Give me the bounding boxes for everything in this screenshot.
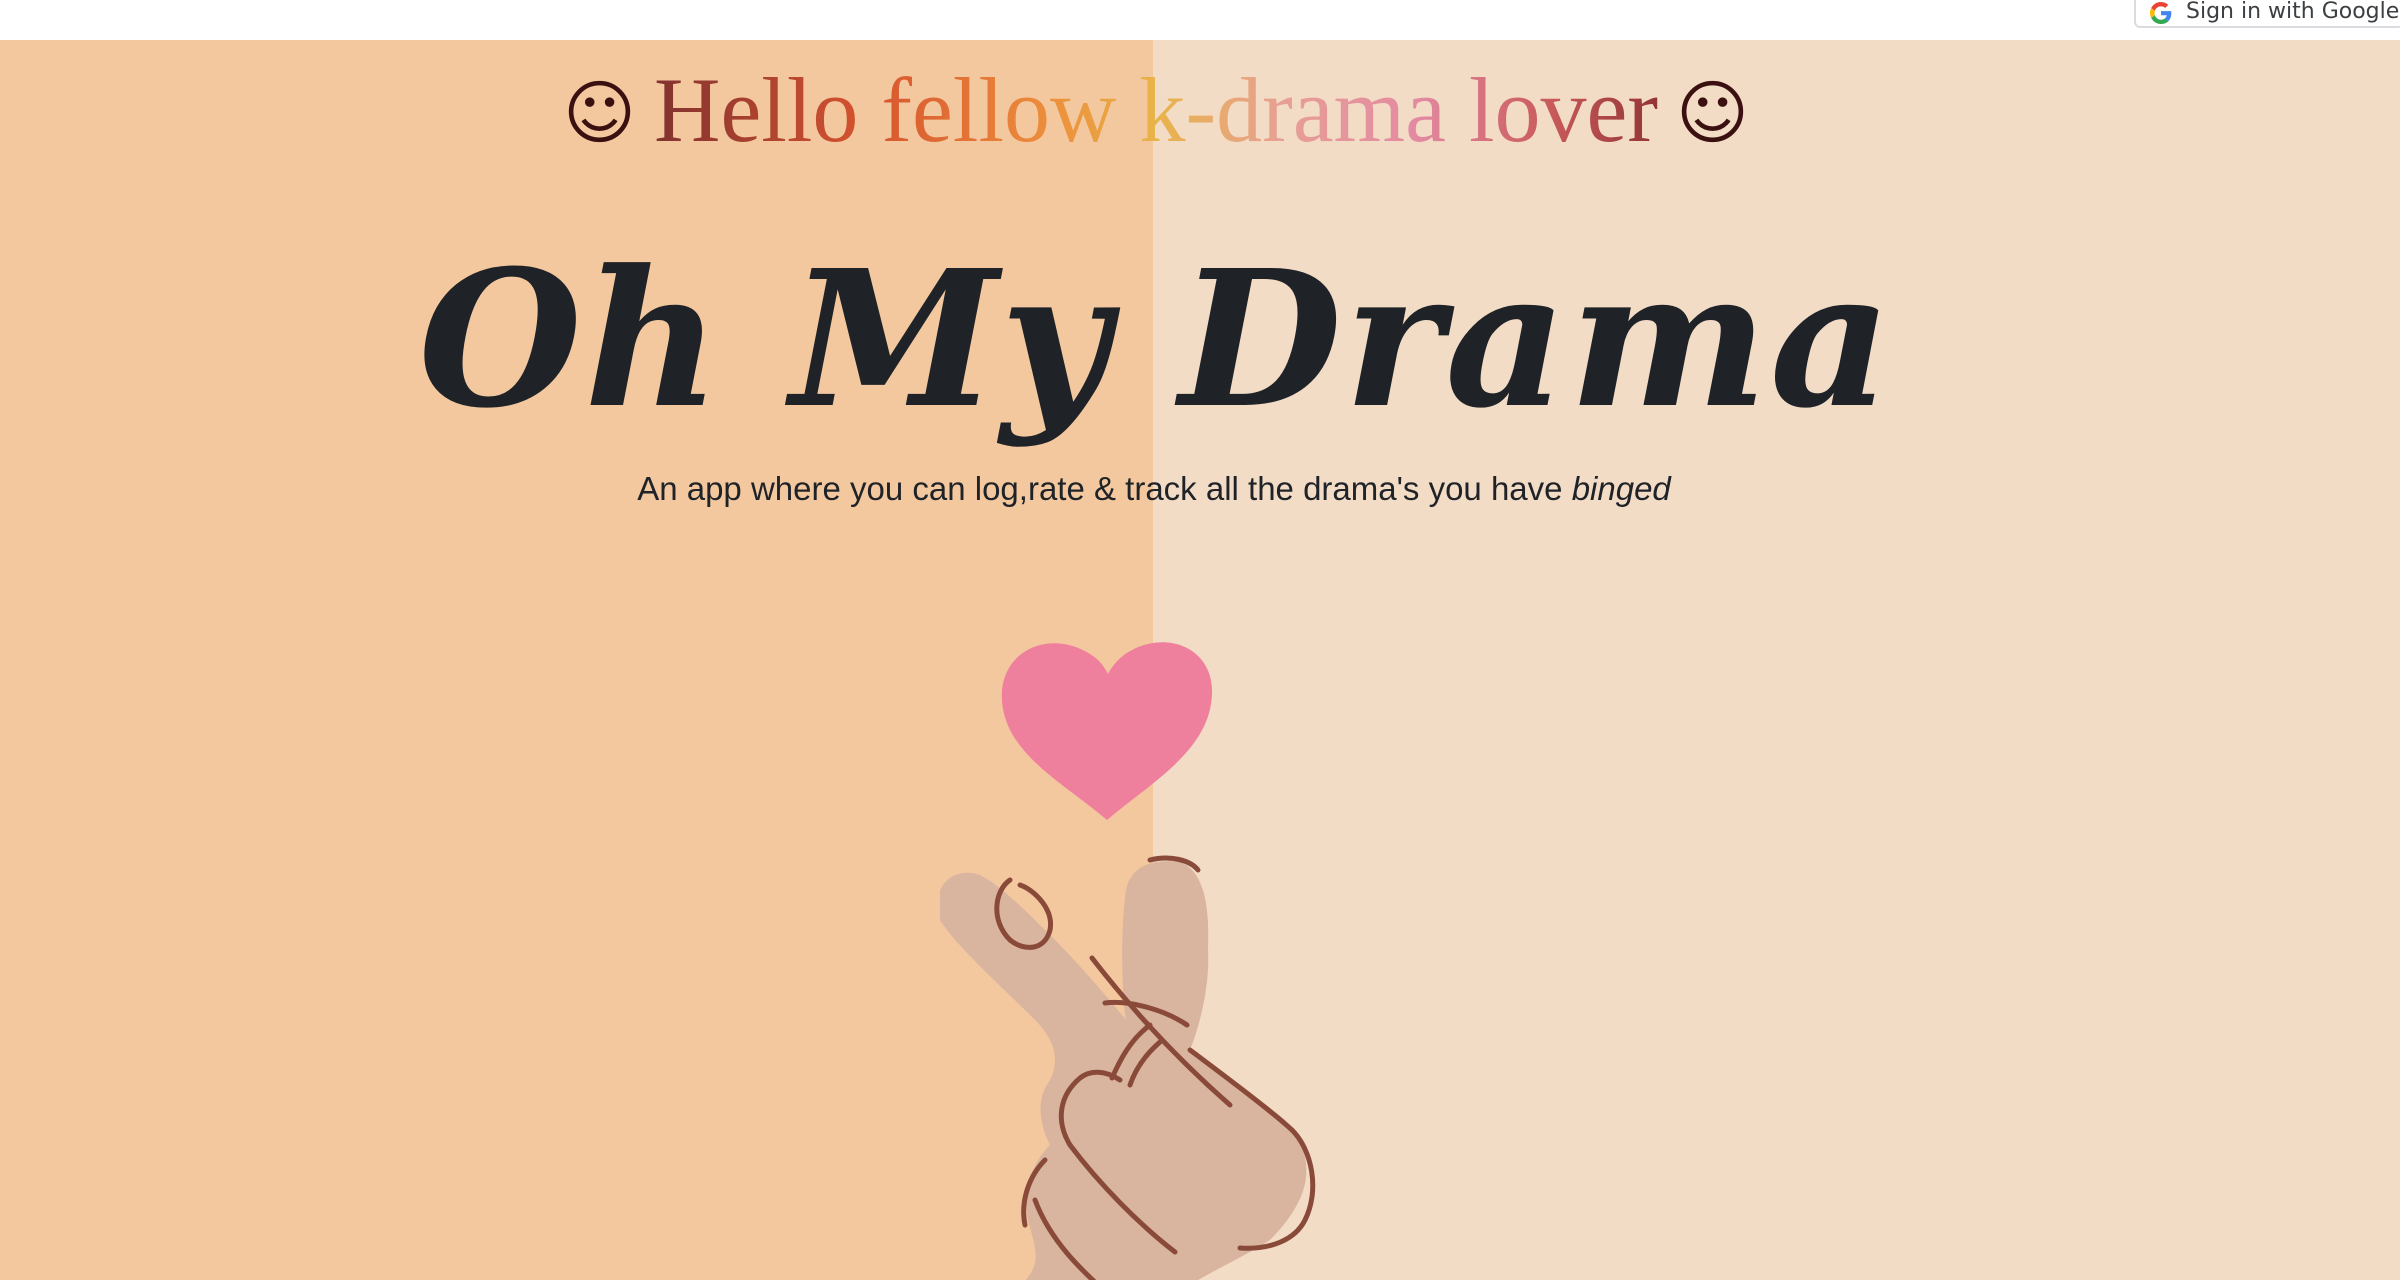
smiley-icon: ☺ — [1675, 72, 1749, 154]
greeting-heading: ☺ Hello fellow k-drama lover ☺ — [0, 50, 2312, 173]
google-signin-label: Sign in with Google — [2186, 0, 2400, 24]
tagline-emphasis: binged — [1571, 470, 1671, 507]
google-signin-button[interactable]: Sign in with Google — [2134, 0, 2400, 28]
top-bar: Sign in with Google — [0, 0, 2400, 40]
finger-heart-illustration — [940, 642, 1316, 1280]
smiley-icon: ☺ — [563, 72, 637, 154]
google-g-icon — [2150, 2, 2172, 24]
finger-heart-hand-icon — [940, 855, 1316, 1280]
app-title: Oh My Drama — [418, 229, 1894, 450]
heart-icon — [1001, 642, 1213, 820]
app-tagline: An app where you can log,rate & track al… — [0, 464, 2308, 514]
greeting-text: Hello fellow k-drama lover — [636, 59, 1676, 161]
hero-section: ☺ Hello fellow k-drama lover ☺ Oh My Drama… — [0, 40, 2400, 1280]
tagline-text: An app where you can log,rate & track al… — [637, 470, 1572, 507]
